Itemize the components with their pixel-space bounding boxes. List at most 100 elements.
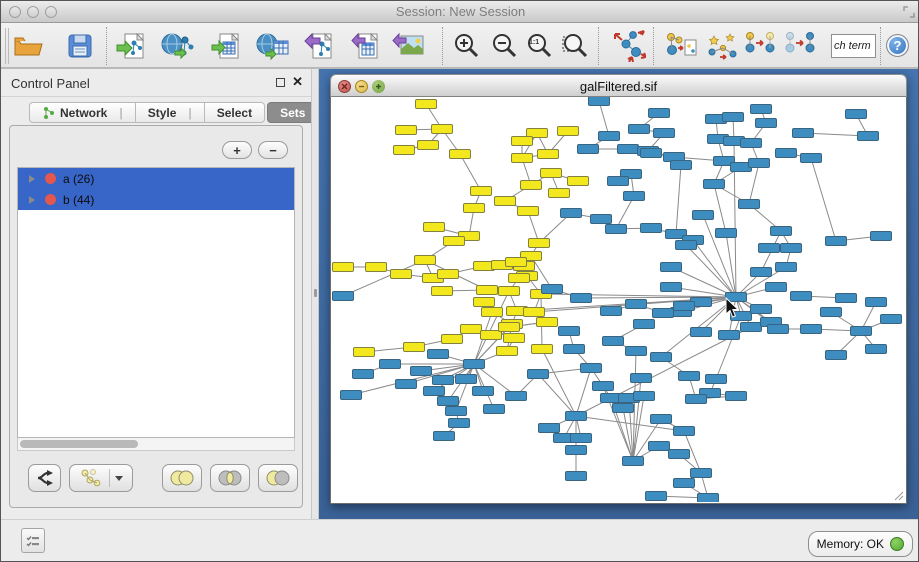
graph-node[interactable] [749, 159, 770, 168]
graph-node[interactable] [366, 263, 387, 272]
export-network-icon[interactable] [301, 28, 337, 64]
graph-node[interactable] [568, 177, 589, 186]
graph-node[interactable] [539, 424, 560, 433]
toolbar-grip[interactable] [5, 28, 9, 64]
graph-node[interactable] [578, 145, 599, 154]
import-table-file-icon[interactable] [208, 28, 244, 64]
import-table-web-icon[interactable] [255, 28, 291, 64]
graph-node[interactable] [524, 308, 545, 317]
tab-style[interactable]: Style| [135, 102, 204, 123]
graph-node[interactable] [881, 315, 902, 324]
graph-node[interactable] [473, 387, 494, 396]
union-button[interactable] [162, 464, 202, 492]
graph-node[interactable] [618, 145, 639, 154]
graph-node[interactable] [671, 161, 692, 170]
graph-node[interactable] [691, 328, 712, 337]
graph-node[interactable] [471, 187, 492, 196]
graph-node[interactable] [581, 364, 602, 373]
float-panel-icon[interactable] [276, 78, 285, 87]
graph-node[interactable] [826, 237, 847, 246]
export-image-icon[interactable] [390, 28, 426, 64]
graph-node[interactable] [603, 337, 624, 346]
graph-node[interactable] [442, 335, 463, 344]
graph-node[interactable] [751, 105, 772, 114]
graph-node[interactable] [504, 334, 525, 343]
graph-node[interactable] [661, 283, 682, 292]
graph-node[interactable] [404, 343, 425, 352]
graph-node[interactable] [801, 325, 822, 334]
graph-node[interactable] [871, 232, 892, 241]
graph-node[interactable] [851, 327, 872, 336]
graph-node[interactable] [529, 239, 550, 248]
graph-node[interactable] [826, 351, 847, 360]
export-table-icon[interactable] [347, 28, 383, 64]
graph-node[interactable] [641, 224, 662, 233]
save-session-icon[interactable] [62, 28, 98, 64]
graph-node[interactable] [634, 320, 655, 329]
network-from-selection-icon[interactable] [663, 28, 699, 64]
graph-node[interactable] [791, 292, 812, 301]
graph-node[interactable] [651, 415, 672, 424]
panel-splitter[interactable] [311, 69, 319, 519]
graph-node[interactable] [353, 370, 374, 379]
graph-node[interactable] [649, 442, 670, 451]
network-graph[interactable] [331, 97, 906, 502]
graph-node[interactable] [433, 376, 454, 385]
graph-node[interactable] [564, 345, 585, 354]
graph-node[interactable] [521, 181, 542, 190]
graph-node[interactable] [686, 395, 707, 404]
graph-node[interactable] [866, 345, 887, 354]
help-icon[interactable]: ? [886, 34, 909, 57]
graph-node[interactable] [756, 119, 777, 128]
zoom-selected-icon[interactable] [556, 28, 592, 64]
graph-node[interactable] [771, 227, 792, 236]
graph-node[interactable] [499, 287, 520, 296]
intersection-button[interactable] [210, 464, 250, 492]
graph-node[interactable] [674, 302, 695, 311]
graph-node[interactable] [606, 225, 627, 234]
difference-button[interactable] [258, 464, 298, 492]
graph-node[interactable] [333, 292, 354, 301]
graph-node[interactable] [741, 139, 762, 148]
graph-node[interactable] [497, 347, 518, 356]
graph-node[interactable] [415, 256, 436, 265]
graph-node[interactable] [751, 268, 772, 277]
graph-node[interactable] [438, 397, 459, 406]
list-item-set-a[interactable]: a (26) [18, 168, 294, 189]
graph-node[interactable] [766, 283, 787, 292]
add-set-button[interactable]: + [222, 141, 252, 159]
graph-node[interactable] [653, 309, 674, 318]
graph-node[interactable] [716, 229, 737, 238]
graph-node[interactable] [341, 391, 362, 400]
graph-node[interactable] [380, 360, 401, 369]
graph-node[interactable] [446, 407, 467, 416]
expand-arrow-icon[interactable] [29, 196, 35, 204]
graph-node[interactable] [438, 270, 459, 279]
graph-node[interactable] [482, 308, 503, 317]
open-folder-icon[interactable] [10, 28, 46, 64]
graph-node[interactable] [566, 412, 587, 421]
graph-node[interactable] [776, 263, 797, 272]
graph-node[interactable] [821, 308, 842, 317]
paste-network-icon[interactable] [783, 28, 819, 64]
graph-node[interactable] [693, 211, 714, 220]
graph-node[interactable] [768, 325, 789, 334]
graph-node[interactable] [641, 149, 662, 158]
graph-node[interactable] [484, 405, 505, 414]
graph-node[interactable] [428, 350, 449, 359]
graph-node[interactable] [549, 189, 570, 198]
graph-node[interactable] [674, 479, 695, 488]
graph-node[interactable] [589, 97, 610, 106]
graph-node[interactable] [499, 323, 520, 332]
graph-node[interactable] [676, 241, 697, 250]
graph-node[interactable] [391, 270, 412, 279]
graph-node[interactable] [434, 432, 455, 441]
graph-node[interactable] [432, 287, 453, 296]
graph-node[interactable] [629, 125, 650, 134]
graph-node[interactable] [506, 392, 527, 401]
graph-node[interactable] [444, 237, 465, 246]
graph-node[interactable] [669, 450, 690, 459]
graph-node[interactable] [558, 127, 579, 136]
graph-node[interactable] [418, 141, 439, 150]
graph-node[interactable] [566, 446, 587, 455]
